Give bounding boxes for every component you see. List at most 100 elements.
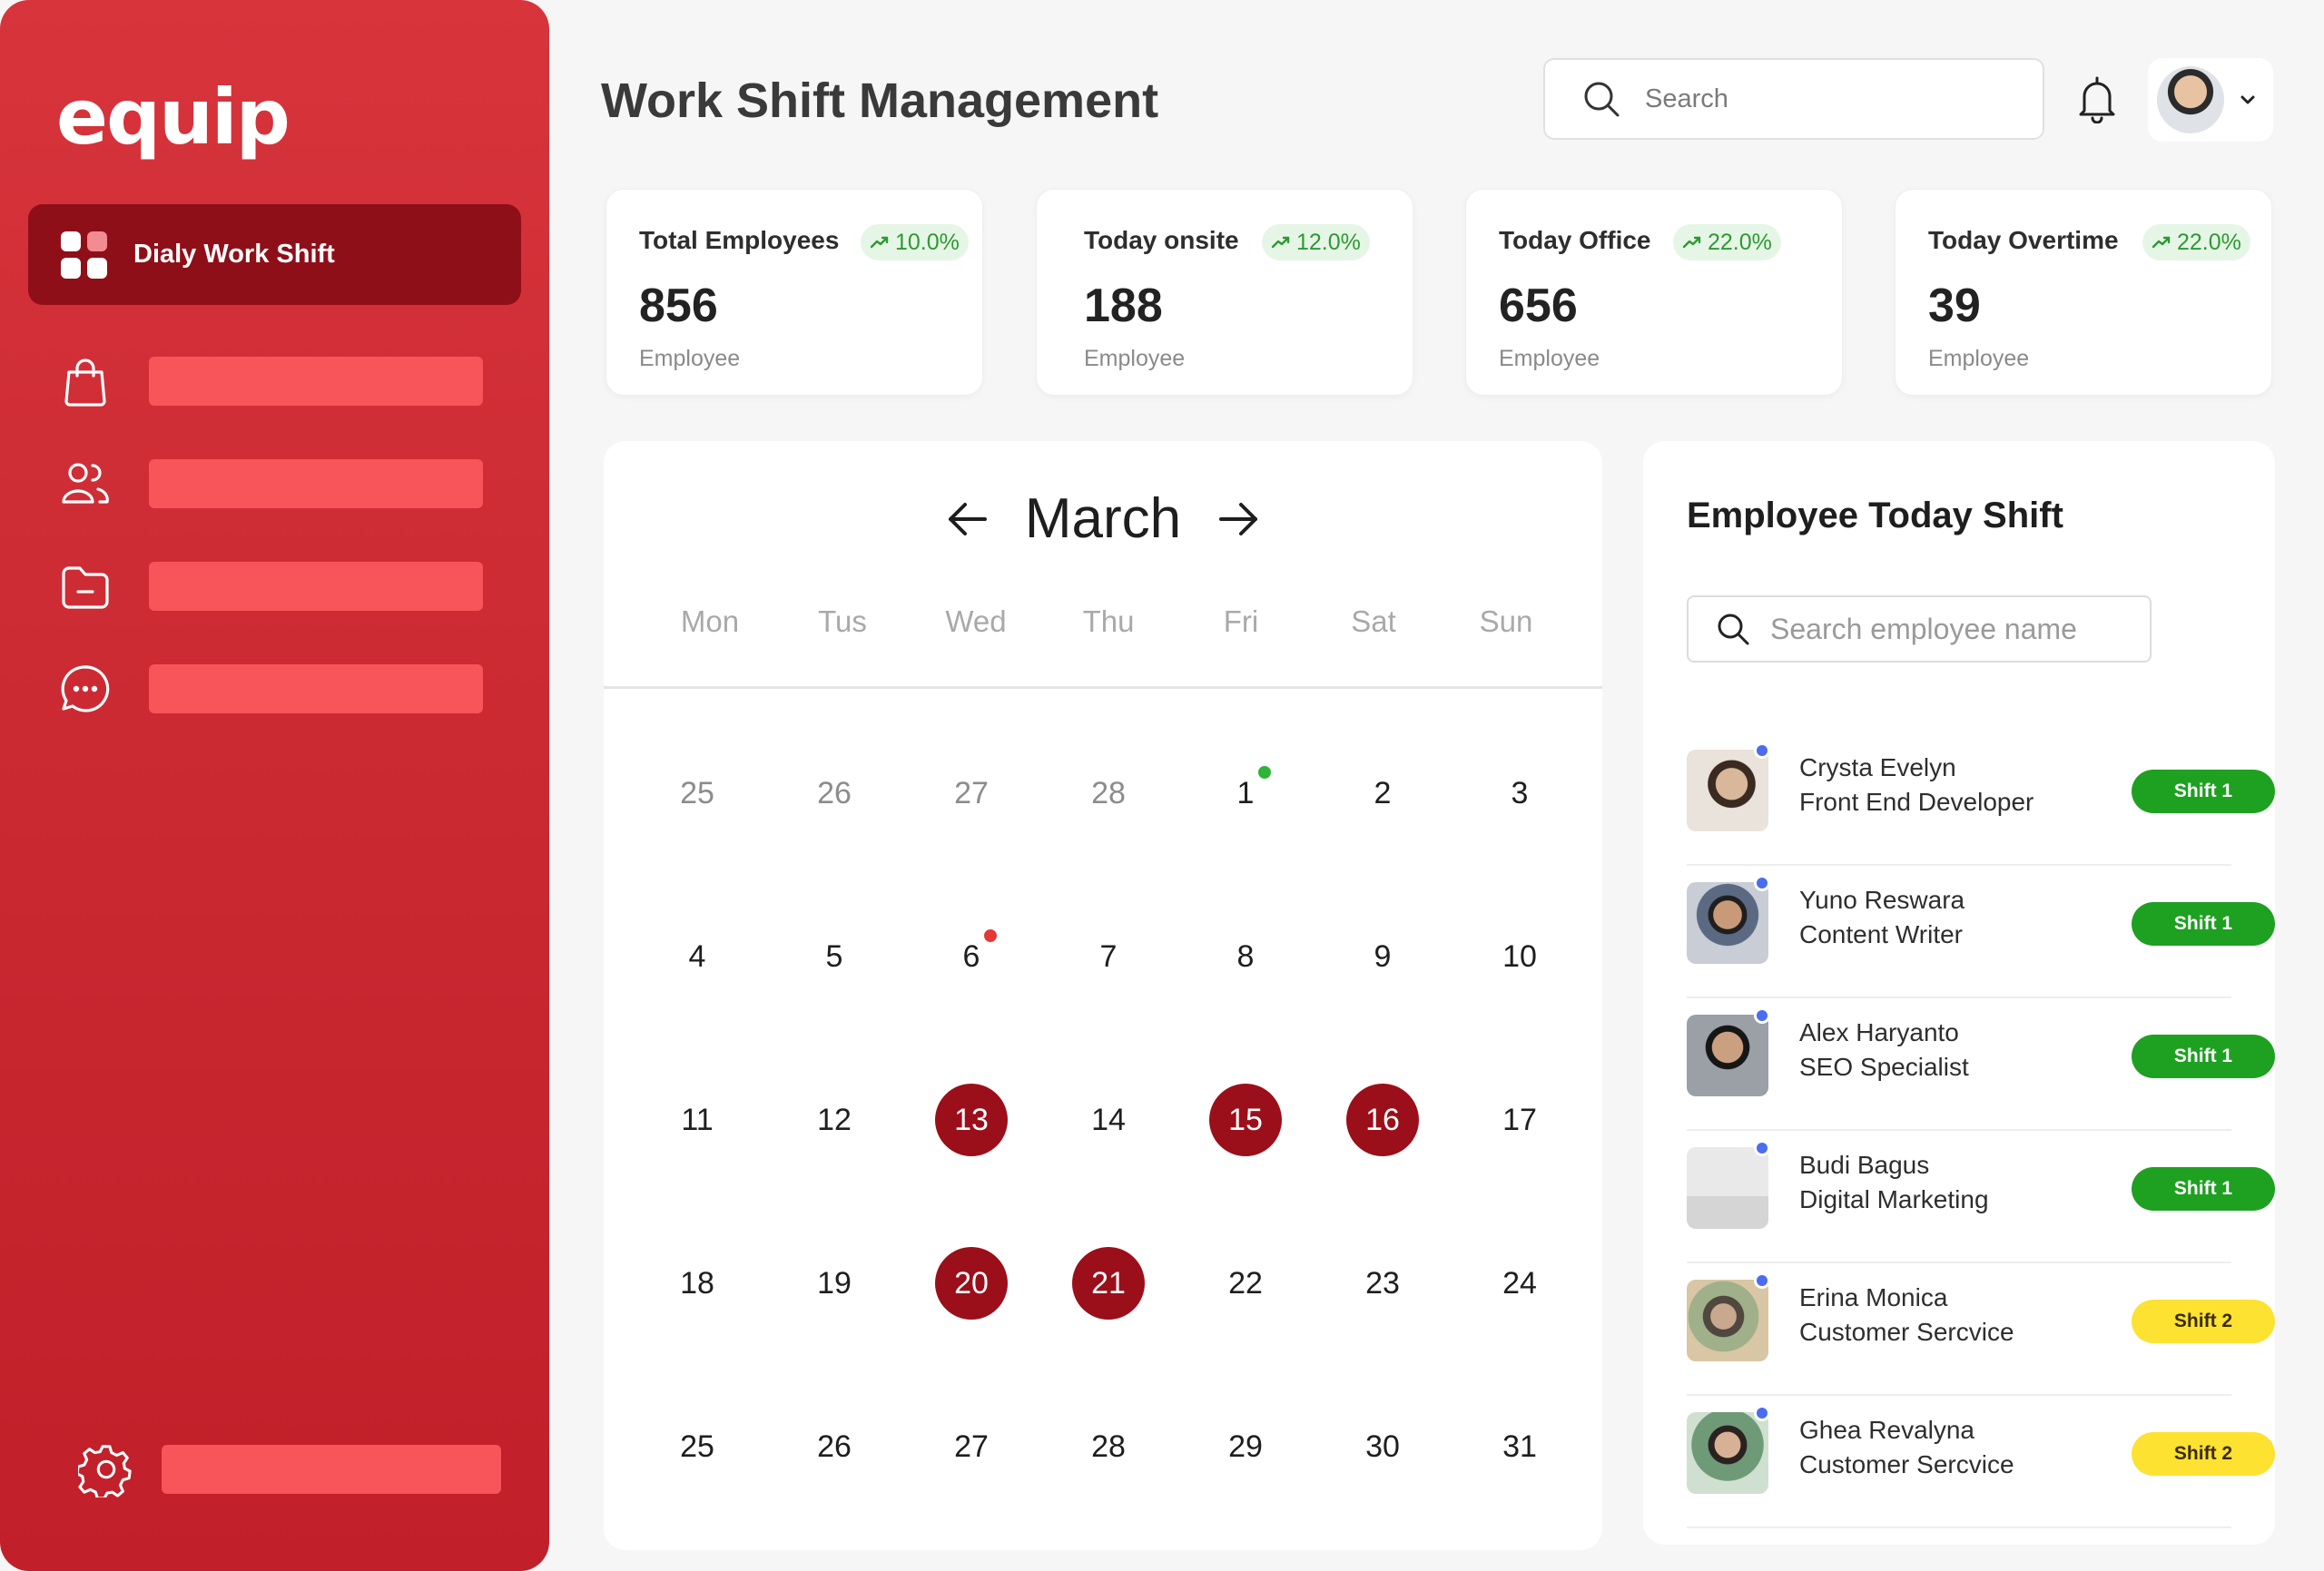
calendar-day[interactable]: 30 — [1346, 1410, 1419, 1483]
calendar-day[interactable]: 9 — [1346, 920, 1419, 993]
calendar-day[interactable]: 27 — [935, 1410, 1008, 1483]
stat-unit: Employee — [1084, 346, 1186, 371]
panel-title: Employee Today Shift — [1687, 496, 2063, 535]
calendar-day[interactable]: 31 — [1483, 1410, 1556, 1483]
calendar-day[interactable]: 15 — [1209, 1084, 1282, 1156]
calendar-day[interactable]: 11 — [661, 1084, 734, 1156]
trend-up-icon — [1271, 236, 1290, 249]
calendar-day[interactable]: 2 — [1346, 757, 1419, 830]
employee-search-input[interactable] — [1770, 612, 2133, 646]
bell-icon[interactable] — [2075, 74, 2119, 123]
online-status-dot — [1754, 1272, 1770, 1289]
employee-row[interactable]: Erina Monica Customer Sercvice Shift 2 — [1687, 1263, 2275, 1396]
calendar-day[interactable]: 7 — [1072, 920, 1145, 993]
sidebar-item-1[interactable] — [56, 356, 483, 407]
arrow-left-icon[interactable] — [945, 501, 989, 537]
calendar-day[interactable]: 6 — [935, 920, 1008, 993]
calendar-day[interactable]: 10 — [1483, 920, 1556, 993]
calendar-day[interactable]: 3 — [1483, 757, 1556, 830]
calendar-day[interactable]: 4 — [661, 920, 734, 993]
calendar-day[interactable]: 28 — [1072, 757, 1145, 830]
calendar-day[interactable]: 22 — [1209, 1247, 1282, 1320]
calendar-day[interactable]: 8 — [1209, 920, 1282, 993]
employee-row[interactable]: Alex Haryanto SEO Specialist Shift 1 — [1687, 998, 2275, 1131]
calendar-day[interactable]: 28 — [1072, 1410, 1145, 1483]
logo: equip — [56, 73, 290, 162]
weekday-label: Sat — [1351, 604, 1396, 638]
stat-title: Total Employees — [639, 226, 840, 254]
sidebar-item-3[interactable] — [56, 561, 483, 612]
search-icon — [1584, 82, 1620, 117]
calendar-day[interactable]: 18 — [661, 1247, 734, 1320]
profile-menu[interactable] — [2148, 58, 2273, 142]
employee-name: Alex Haryanto — [1799, 1018, 1959, 1046]
stat-title: Today onsite — [1084, 226, 1239, 254]
calendar-day[interactable]: 13 — [935, 1084, 1008, 1156]
stat-title: Today Office — [1499, 226, 1651, 254]
calendar-day[interactable]: 17 — [1483, 1084, 1556, 1156]
employee-avatar — [1687, 882, 1768, 964]
sidebar-item-4[interactable] — [56, 663, 483, 714]
folder-icon — [62, 566, 109, 609]
employee-row[interactable]: Ghea Revalyna Customer Sercvice Shift 2 — [1687, 1396, 2275, 1528]
gear-icon — [78, 1445, 132, 1497]
arrow-right-icon[interactable] — [1217, 501, 1261, 537]
shift-badge[interactable]: Shift 2 — [2132, 1432, 2275, 1476]
shift-badge[interactable]: Shift 1 — [2132, 902, 2275, 946]
calendar-day[interactable]: 25 — [661, 757, 734, 830]
calendar-day[interactable]: 29 — [1209, 1410, 1282, 1483]
stat-card-today-overtime: Today Overtime 22.0% 39 Employee — [1895, 189, 2272, 396]
chevron-down-icon — [2240, 95, 2255, 104]
employee-row[interactable]: Crysta Evelyn Front End Developer Shift 1 — [1687, 733, 2275, 866]
employee-name: Crysta Evelyn — [1799, 753, 1956, 781]
stat-title: Today Overtime — [1928, 226, 2119, 254]
sidebar-item-placeholder — [149, 459, 483, 508]
employee-role: SEO Specialist — [1799, 1053, 1969, 1081]
shift-badge[interactable]: Shift 2 — [2132, 1300, 2275, 1343]
employee-search[interactable] — [1687, 595, 2152, 663]
calendar-day[interactable]: 26 — [798, 1410, 871, 1483]
employee-row[interactable]: Yuno Reswara Content Writer Shift 1 — [1687, 866, 2275, 998]
weekday-label: Sun — [1479, 604, 1533, 638]
weekday-label: Tus — [818, 604, 867, 638]
trend-value: 12.0% — [1296, 229, 1361, 255]
chat-icon — [61, 665, 110, 712]
calendar-day[interactable]: 16 — [1346, 1084, 1419, 1156]
sidebar-item-2[interactable] — [56, 458, 483, 509]
online-status-dot — [1754, 1405, 1770, 1421]
sidebar-item-settings[interactable] — [78, 1441, 501, 1497]
calendar-day[interactable]: 25 — [661, 1410, 734, 1483]
calendar-day[interactable]: 23 — [1346, 1247, 1419, 1320]
weekday-label: Thu — [1082, 604, 1135, 638]
trend-badge: 22.0% — [2142, 224, 2250, 260]
calendar-day[interactable]: 26 — [798, 757, 871, 830]
stat-unit: Employee — [639, 346, 741, 371]
calendar-day[interactable]: 20 — [935, 1247, 1008, 1320]
global-search[interactable] — [1543, 58, 2044, 140]
sidebar-item-daily-work-shift[interactable]: Dialy Work Shift — [28, 204, 521, 305]
stat-card-total-employees: Total Employees 10.0% 856 Employee — [606, 189, 983, 396]
calendar-day[interactable]: 21 — [1072, 1247, 1145, 1320]
employee-name: Ghea Revalyna — [1799, 1416, 1975, 1444]
weekday-label: Wed — [945, 604, 1007, 638]
search-input[interactable] — [1645, 83, 1990, 114]
calendar-day[interactable]: 12 — [798, 1084, 871, 1156]
employee-today-shift-panel: Employee Today Shift Crysta Evelyn Front … — [1643, 441, 2275, 1545]
calendar-day[interactable]: 1 — [1209, 757, 1282, 830]
calendar-day[interactable]: 27 — [935, 757, 1008, 830]
trend-up-icon — [870, 236, 889, 249]
weekday-row: Mon Tus Wed Thu Fri Sat Sun — [604, 604, 1602, 677]
calendar-day[interactable]: 24 — [1483, 1247, 1556, 1320]
shift-badge[interactable]: Shift 1 — [2132, 1035, 2275, 1078]
calendar-day[interactable]: 19 — [798, 1247, 871, 1320]
online-status-dot — [1754, 742, 1770, 759]
calendar-day[interactable]: 14 — [1072, 1084, 1145, 1156]
shift-badge[interactable]: Shift 1 — [2132, 1167, 2275, 1211]
employee-row[interactable]: Budi Bagus Digital Marketing Shift 1 — [1687, 1131, 2275, 1263]
stat-card-today-office: Today Office 22.0% 656 Employee — [1465, 189, 1843, 396]
trend-value: 10.0% — [895, 229, 960, 255]
employee-avatar — [1687, 750, 1768, 831]
shift-badge[interactable]: Shift 1 — [2132, 770, 2275, 813]
employee-avatar — [1687, 1147, 1768, 1229]
calendar-day[interactable]: 5 — [798, 920, 871, 993]
